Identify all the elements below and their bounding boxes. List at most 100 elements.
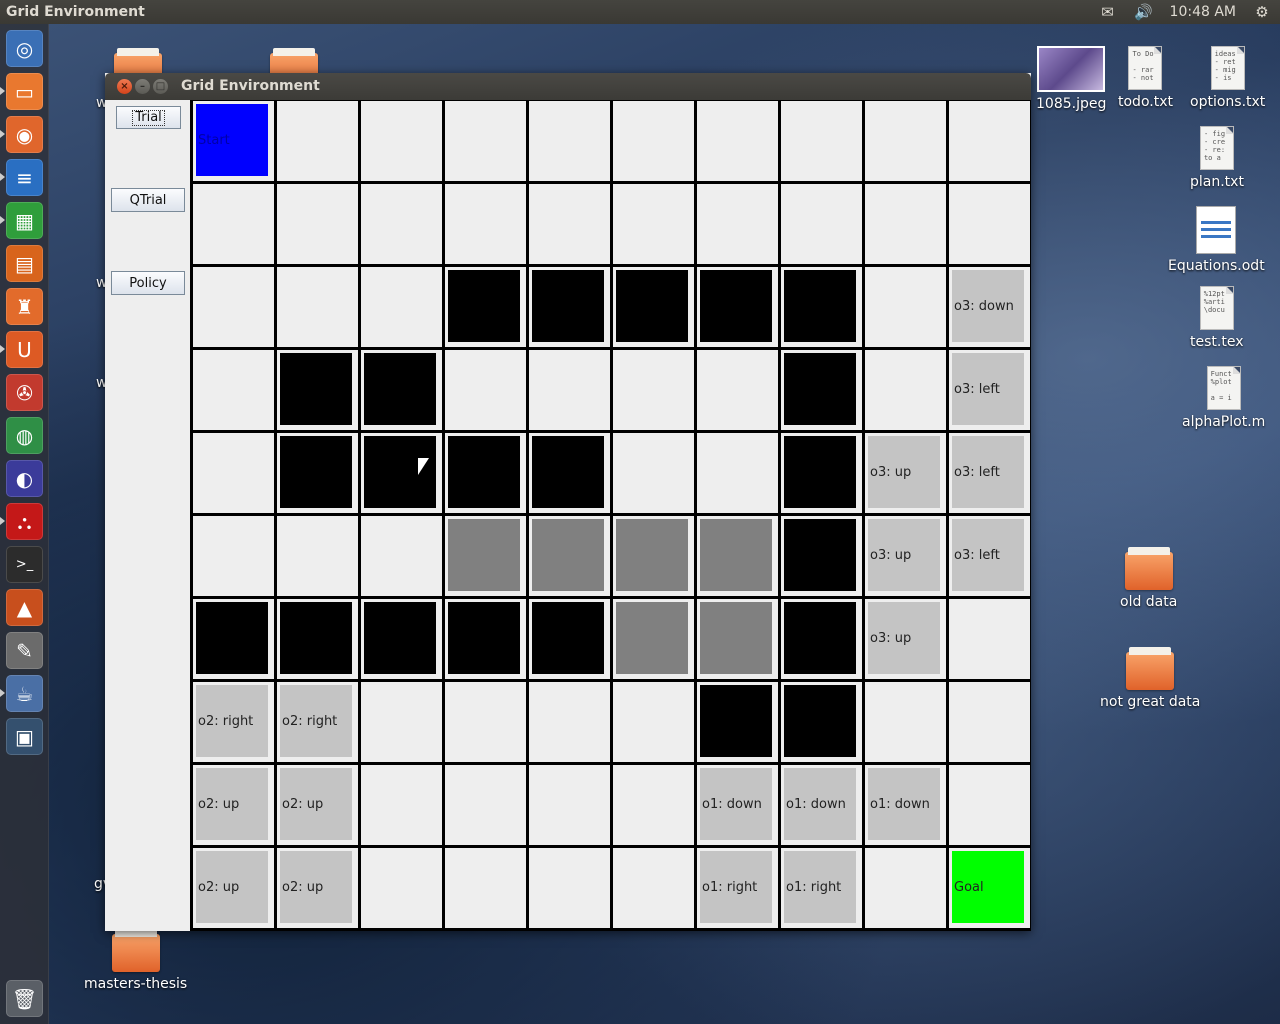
grid-cell[interactable] (865, 350, 946, 430)
grid-cell[interactable] (529, 682, 610, 762)
grid-cell[interactable]: o1: right (697, 848, 778, 928)
grid-cell[interactable] (697, 184, 778, 264)
grid-cell[interactable] (697, 599, 778, 679)
desktop-file-alphaplot-m[interactable]: Funct %plot a = i alphaPlot.m (1182, 366, 1265, 430)
grid-cell[interactable] (193, 516, 274, 596)
grid-cell[interactable] (613, 350, 694, 430)
firefox-icon[interactable]: ◉ (6, 116, 43, 153)
grid-cell[interactable] (781, 682, 862, 762)
grid-cell[interactable]: o2: right (193, 682, 274, 762)
desktop-file-old-data[interactable]: old data (1120, 547, 1177, 610)
grid-cell[interactable] (361, 599, 442, 679)
grid-cell[interactable] (361, 516, 442, 596)
grid-cell[interactable] (781, 267, 862, 347)
grid-cell[interactable] (529, 599, 610, 679)
grid-cell[interactable] (193, 184, 274, 264)
grid-cell[interactable] (445, 516, 526, 596)
grid-cell[interactable] (697, 267, 778, 347)
grid-cell[interactable] (361, 765, 442, 845)
grid-cell[interactable] (529, 101, 610, 181)
grid-cell[interactable] (613, 848, 694, 928)
grid-cell[interactable] (529, 765, 610, 845)
grid-cell[interactable]: o1: down (697, 765, 778, 845)
grid-cell[interactable] (781, 101, 862, 181)
grid-cell[interactable] (445, 848, 526, 928)
grid-cell[interactable] (949, 101, 1030, 181)
grid-cell[interactable] (697, 101, 778, 181)
grid-cell[interactable]: o2: up (193, 848, 274, 928)
grid-cell[interactable] (865, 101, 946, 181)
system-settings-icon[interactable]: ✇ (6, 374, 43, 411)
grid-cell[interactable] (865, 184, 946, 264)
session-gear-icon[interactable]: ⚙ (1244, 0, 1280, 24)
grid-cell[interactable] (529, 848, 610, 928)
grid-cell[interactable]: o3: left (949, 516, 1030, 596)
grid-cell[interactable] (445, 267, 526, 347)
eclipse-icon[interactable]: ◐ (6, 460, 43, 497)
grid-cell[interactable] (529, 350, 610, 430)
window-titlebar[interactable]: × – □ Grid Environment (105, 73, 1031, 100)
grid-cell[interactable]: Goal (949, 848, 1030, 928)
desktop-file-1085-jpeg[interactable]: 1085.jpeg (1036, 46, 1106, 112)
policy-button[interactable]: Policy (111, 271, 185, 295)
grid-cell[interactable] (445, 101, 526, 181)
grid-cell[interactable]: o2: right (277, 682, 358, 762)
grid-cell[interactable] (697, 516, 778, 596)
desktop-file-todo-txt[interactable]: To Do - rar - not todo.txt (1118, 46, 1173, 110)
grid-cell[interactable] (781, 599, 862, 679)
grid-cell[interactable] (613, 765, 694, 845)
grid-cell[interactable]: o3: up (865, 599, 946, 679)
trial-button[interactable]: Trial (116, 106, 181, 129)
grid-cell[interactable] (361, 682, 442, 762)
pdf-reader-icon[interactable]: ⛬ (6, 503, 43, 540)
grid-cell[interactable] (781, 184, 862, 264)
ubuntu-one-icon[interactable]: U (6, 331, 43, 368)
desktop-file-test-tex[interactable]: %12pt %arti \docu test.tex (1190, 286, 1243, 350)
grid-cell[interactable] (193, 433, 274, 513)
grid-cell[interactable] (361, 101, 442, 181)
grid-cell[interactable] (445, 765, 526, 845)
mail-icon[interactable]: ✉ (1090, 0, 1126, 24)
qtrial-button[interactable]: QTrial (111, 188, 185, 212)
grid-cell[interactable]: o2: up (277, 848, 358, 928)
software-center-icon[interactable]: ♜ (6, 288, 43, 325)
grid-cell[interactable] (949, 599, 1030, 679)
grid-cell[interactable] (445, 184, 526, 264)
grid-cell[interactable]: o1: down (865, 765, 946, 845)
java-app-icon[interactable]: ☕ (6, 675, 43, 712)
grid-cell[interactable] (529, 267, 610, 347)
grid-cell[interactable] (613, 184, 694, 264)
grid-cell[interactable] (445, 433, 526, 513)
window-maximize-button[interactable]: □ (153, 79, 168, 94)
desktop-file-not-great-data[interactable]: not great data (1100, 647, 1200, 710)
grid-cell[interactable]: o1: right (781, 848, 862, 928)
ubuntu-dash-icon[interactable]: ◎ (6, 30, 43, 67)
desktop-file-options-txt[interactable]: ideas - ret - mig - is options.txt (1190, 46, 1265, 110)
grid-cell[interactable] (697, 433, 778, 513)
grid-cell[interactable] (865, 848, 946, 928)
grid-cell[interactable] (613, 267, 694, 347)
trash-icon[interactable]: 🗑 (6, 980, 43, 1017)
grid-cell[interactable]: o3: up (865, 516, 946, 596)
desktop-file-equations-odt[interactable]: Equations.odt (1168, 206, 1265, 274)
grid-cell[interactable] (781, 433, 862, 513)
grid-cell[interactable] (613, 101, 694, 181)
grid-cell[interactable] (613, 599, 694, 679)
grid-cell[interactable] (697, 682, 778, 762)
grid-cell[interactable] (361, 433, 442, 513)
grid-cell[interactable] (193, 599, 274, 679)
grid-cell[interactable]: o1: down (781, 765, 862, 845)
text-editor-icon[interactable]: ✎ (6, 632, 43, 669)
grid-cell[interactable] (613, 682, 694, 762)
grid-cell[interactable] (445, 682, 526, 762)
files-icon[interactable]: ▭ (6, 73, 43, 110)
grid-cell[interactable] (361, 350, 442, 430)
grid-cell[interactable] (781, 350, 862, 430)
grid-cell[interactable] (697, 350, 778, 430)
grid-cell[interactable] (361, 267, 442, 347)
grid-cell[interactable] (781, 516, 862, 596)
grid-cell[interactable] (865, 267, 946, 347)
grid-cell[interactable] (193, 350, 274, 430)
grid-cell[interactable]: o3: down (949, 267, 1030, 347)
grid-cell[interactable]: o2: up (193, 765, 274, 845)
